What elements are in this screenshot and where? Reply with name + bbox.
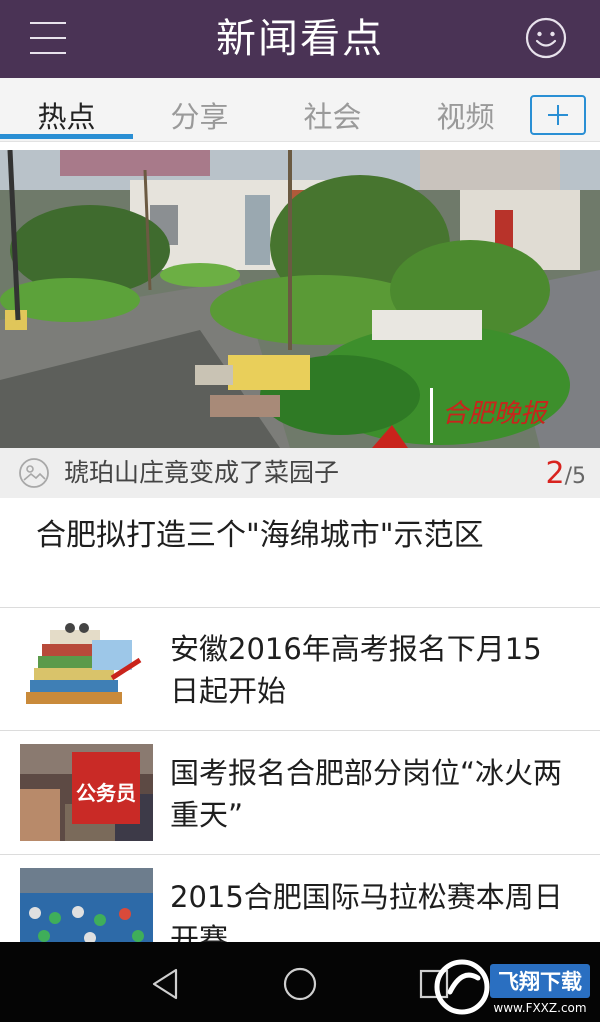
news-title: 安徽2016年高考报名下月15日起开始 (170, 632, 542, 708)
banner-caption-bar: 琥珀山庄竟变成了菜园子 2/5 (0, 448, 600, 498)
profile-button[interactable] (524, 16, 568, 60)
news-thumbnail: 公务员 (20, 744, 153, 841)
watermark-title: 飞翔下载 (498, 970, 582, 994)
tab-hot[interactable]: 热点 (0, 78, 133, 142)
watermark-url: www.FXXZ.com (493, 1001, 586, 1015)
sign-text: 公务员 (76, 781, 136, 805)
tab-video[interactable]: 视频 (399, 78, 532, 142)
back-button[interactable] (146, 964, 186, 1004)
home-button[interactable] (280, 964, 320, 1004)
home-circle-icon (283, 967, 317, 1001)
headline-list-item[interactable]: 合肥拟打造三个"海绵城市"示范区 (0, 498, 600, 608)
tab-share[interactable]: 分享 (133, 78, 266, 142)
news-list-item[interactable]: 安徽2016年高考报名下月15日起开始 (0, 608, 600, 731)
add-category-button[interactable] (530, 95, 586, 135)
smiley-face-icon (525, 17, 567, 59)
active-tab-indicator (0, 134, 133, 139)
back-triangle-icon (152, 968, 178, 1000)
slide-counter: 2/5 (545, 448, 586, 503)
news-thumbnail (20, 620, 153, 717)
category-tabs: 热点 分享 社会 视频 (0, 78, 600, 142)
banner-caption: 琥珀山庄竟变成了菜园子 (64, 458, 340, 487)
newspaper-stamp: 合肥晚报 (442, 399, 549, 429)
site-watermark: 飞翔下载 www.FXXZ.com (432, 958, 594, 1016)
slide-current: 2 (545, 456, 565, 491)
news-title: 国考报名合肥部分岗位“冰火两重天” (170, 756, 563, 832)
app-header: 新闻看点 (0, 0, 600, 78)
headline-title: 合肥拟打造三个"海绵城市"示范区 (36, 518, 484, 553)
tab-society[interactable]: 社会 (266, 78, 399, 142)
page-title: 新闻看点 (216, 16, 384, 62)
garden-photo: 合肥晚报 (0, 150, 600, 448)
image-placeholder-icon (19, 458, 49, 488)
slide-total: /5 (564, 464, 586, 489)
news-list-item[interactable]: 公务员 国考报名合肥部分岗位“冰火两重天” (0, 732, 600, 855)
featured-banner-image[interactable]: 合肥晚报 (0, 150, 600, 448)
